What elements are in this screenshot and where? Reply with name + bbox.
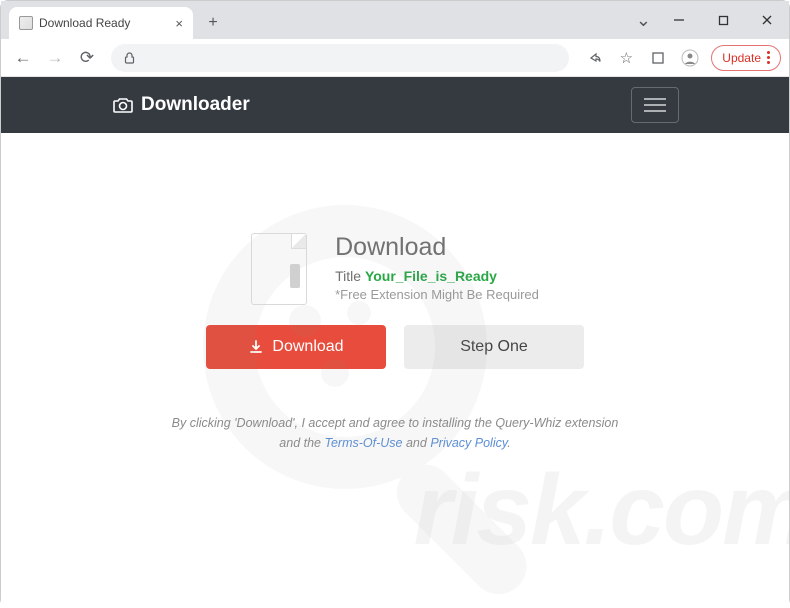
download-button[interactable]: Download <box>206 325 386 369</box>
tab-favicon <box>19 16 33 30</box>
page-navbar: Downloader <box>1 77 789 133</box>
legal-line2: and the Terms-Of-Use and Privacy Policy. <box>172 433 619 453</box>
page-content: risk.com Downloader Download Title Your_… <box>1 77 789 608</box>
privacy-link[interactable]: Privacy Policy <box>430 436 507 450</box>
legal-prefix: and the <box>279 436 324 450</box>
menu-dots-icon <box>767 51 770 64</box>
download-icon <box>248 339 264 355</box>
browser-tab[interactable]: Download Ready × <box>9 7 193 39</box>
brand-text: Downloader <box>141 94 250 116</box>
reload-button[interactable]: ⟳ <box>73 44 101 72</box>
tab-overflow-icon[interactable]: ⌄ <box>636 10 651 31</box>
hamburger-icon <box>644 98 666 112</box>
share-icon[interactable] <box>579 43 609 73</box>
address-bar[interactable] <box>111 44 569 72</box>
step-button-label: Step One <box>460 338 528 356</box>
camera-icon <box>113 96 133 114</box>
step-one-button[interactable]: Step One <box>404 325 584 369</box>
close-window-button[interactable] <box>745 5 789 35</box>
terms-link[interactable]: Terms-Of-Use <box>324 436 402 450</box>
maximize-button[interactable] <box>701 5 745 35</box>
download-text: Download Title Your_File_is_Ready *Free … <box>335 233 539 302</box>
legal-text: By clicking 'Download', I accept and agr… <box>172 413 619 453</box>
minimize-button[interactable] <box>657 5 701 35</box>
toolbar-right: ☆ Update <box>579 43 781 73</box>
download-heading: Download <box>335 233 539 262</box>
zip-file-icon <box>251 233 307 305</box>
legal-line1: By clicking 'Download', I accept and agr… <box>172 413 619 433</box>
update-label: Update <box>722 51 761 65</box>
extension-note: *Free Extension Might Be Required <box>335 287 539 302</box>
browser-toolbar: ← → ⟳ ☆ Update <box>1 39 789 77</box>
profile-icon[interactable] <box>675 43 705 73</box>
button-row: Download Step One <box>206 325 584 369</box>
legal-suffix: . <box>507 436 510 450</box>
bookmark-star-icon[interactable]: ☆ <box>611 43 641 73</box>
legal-mid: and <box>403 436 431 450</box>
title-prefix: Title <box>335 268 365 284</box>
tab-close-icon[interactable]: × <box>175 16 183 31</box>
lock-icon <box>123 51 136 64</box>
filename: Your_File_is_Ready <box>365 268 497 284</box>
menu-toggle[interactable] <box>631 87 679 123</box>
download-info-row: Download Title Your_File_is_Ready *Free … <box>251 233 539 305</box>
update-button[interactable]: Update <box>711 45 781 71</box>
download-button-label: Download <box>272 338 343 356</box>
file-title-line: Title Your_File_is_Ready <box>335 268 539 284</box>
tab-title: Download Ready <box>39 16 169 30</box>
back-button[interactable]: ← <box>9 44 37 72</box>
browser-titlebar: Download Ready × + ⌄ <box>1 1 789 39</box>
brand[interactable]: Downloader <box>113 94 250 116</box>
extensions-icon[interactable] <box>643 43 673 73</box>
watermark-text: risk.com <box>414 453 790 568</box>
new-tab-button[interactable]: + <box>199 9 227 37</box>
window-controls: ⌄ <box>636 1 789 39</box>
main-content: Download Title Your_File_is_Ready *Free … <box>1 133 789 453</box>
forward-button[interactable]: → <box>41 44 69 72</box>
